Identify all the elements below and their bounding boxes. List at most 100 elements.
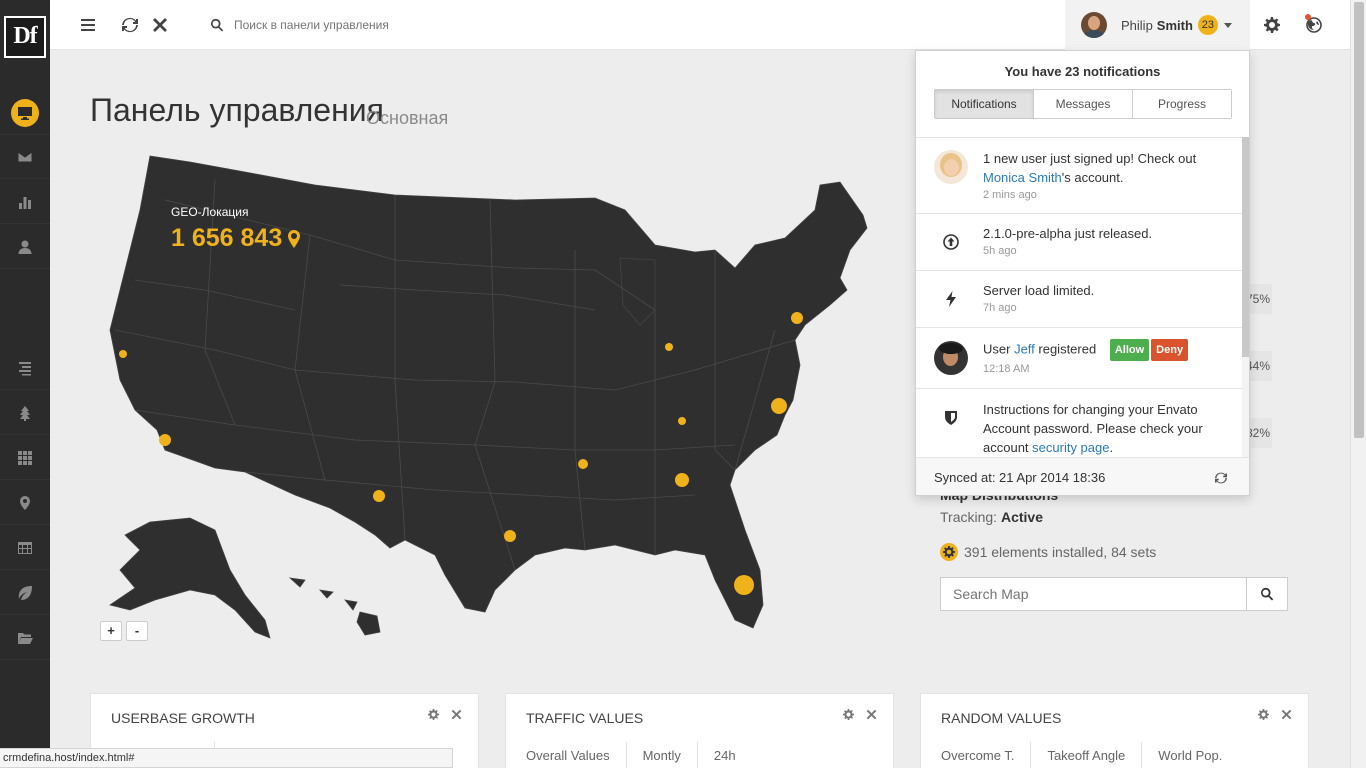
- folder-open-icon: [18, 632, 33, 644]
- notifications-title: You have 23 notifications: [1004, 64, 1161, 79]
- notification-time: 12:18 AM: [983, 363, 1030, 375]
- close-icon: [153, 18, 167, 32]
- tracking-value: Active: [1000, 509, 1043, 525]
- notification-text: 1 new user just signed up! Check out: [983, 151, 1197, 166]
- map-search-input[interactable]: [940, 577, 1246, 611]
- sidebar-item-location[interactable]: [0, 481, 50, 525]
- notifications-dropdown: You have 23 notifications Notifications …: [915, 50, 1250, 496]
- map-marker[interactable]: [771, 398, 787, 414]
- gear-icon[interactable]: [1258, 709, 1269, 720]
- zoom-out-button[interactable]: -: [126, 621, 148, 641]
- search-input[interactable]: [234, 18, 534, 32]
- map-marker[interactable]: [159, 434, 171, 446]
- map-marker[interactable]: [678, 417, 686, 425]
- notification-item[interactable]: User Jeff registered Allow Deny 12:18 AM: [916, 328, 1242, 389]
- sidebar-item-leaf[interactable]: [0, 571, 50, 615]
- user-link[interactable]: Monica Smith: [983, 170, 1062, 185]
- elements-text: 391 elements installed, 84 sets: [964, 544, 1157, 560]
- map-marker-icon: [20, 495, 30, 510]
- allow-button[interactable]: Allow: [1109, 339, 1150, 361]
- bar-chart-icon: [19, 196, 31, 209]
- security-page-link[interactable]: security page: [1032, 440, 1109, 455]
- tracking-label: Tracking:: [940, 509, 998, 525]
- app-logo[interactable]: Df: [4, 16, 46, 58]
- envelope-icon: [17, 151, 33, 162]
- widget-tab[interactable]: Montly: [643, 742, 698, 768]
- widget-tab[interactable]: 24h: [714, 742, 752, 768]
- sidebar-item-users[interactable]: [0, 225, 50, 269]
- sidebar-item-charts[interactable]: [0, 180, 50, 224]
- notification-item[interactable]: Server load limited. 7h ago: [916, 271, 1242, 328]
- widget-random-values: RANDOM VALUES Overcome T. Takeoff Angle …: [920, 693, 1309, 768]
- menu-toggle-button[interactable]: [78, 15, 98, 35]
- tab-notifications[interactable]: Notifications: [935, 90, 1034, 118]
- hamburger-icon: [81, 19, 95, 31]
- top-bar: Philip Smith 23: [50, 0, 1350, 50]
- sidebar-item-list[interactable]: [0, 346, 50, 390]
- sidebar-item-mail[interactable]: [0, 135, 50, 179]
- tree-icon: [20, 405, 30, 421]
- notification-item[interactable]: 2.1.0-pre-alpha just released. 5h ago: [916, 214, 1242, 271]
- sidebar-item-dashboard[interactable]: [0, 91, 50, 135]
- bolt-icon: [946, 291, 956, 307]
- map-marker[interactable]: [504, 530, 516, 542]
- sidebar-item-grid[interactable]: [0, 436, 50, 480]
- deny-button[interactable]: Deny: [1151, 339, 1189, 361]
- geo-value: 1 656 843: [171, 224, 283, 252]
- align-right-icon: [19, 361, 31, 375]
- widget-title: RANDOM VALUES: [941, 710, 1062, 726]
- search-icon: [1261, 587, 1274, 601]
- search-icon: [211, 18, 224, 32]
- map-marker[interactable]: [373, 490, 385, 502]
- map-marker[interactable]: [665, 343, 673, 351]
- sidebar-item-files[interactable]: [0, 616, 50, 660]
- notification-text: User: [983, 341, 1015, 357]
- sync-button[interactable]: [1215, 472, 1227, 487]
- close-icon[interactable]: [866, 709, 877, 720]
- map-marker[interactable]: [119, 350, 127, 358]
- user-menu-toggle[interactable]: Philip Smith 23: [1065, 0, 1250, 50]
- monitor-icon: [18, 106, 32, 120]
- chevron-down-icon: [1223, 22, 1232, 28]
- close-button[interactable]: [150, 15, 170, 35]
- notification-item[interactable]: Instructions for changing your Envato Ac…: [916, 389, 1242, 457]
- leaf-icon: [18, 585, 32, 600]
- user-avatar: [934, 150, 968, 184]
- tab-progress[interactable]: Progress: [1133, 90, 1231, 118]
- sidebar-item-table[interactable]: [0, 526, 50, 570]
- widget-tab[interactable]: World Pop.: [1158, 742, 1238, 768]
- widget-tab[interactable]: Overcome T.: [941, 742, 1032, 768]
- close-icon[interactable]: [451, 709, 462, 720]
- table-icon: [18, 541, 32, 554]
- sidebar: Df: [0, 0, 50, 768]
- notification-item[interactable]: 1 new user just signed up! Check out Mon…: [916, 138, 1242, 214]
- map-search-button[interactable]: [1246, 577, 1288, 611]
- gear-icon[interactable]: [843, 709, 854, 720]
- gear-icon[interactable]: [428, 709, 439, 720]
- user-last-name: Smith: [1156, 17, 1193, 33]
- map-marker[interactable]: [578, 459, 588, 469]
- map-marker[interactable]: [791, 312, 803, 324]
- map-marker[interactable]: [734, 575, 754, 595]
- zoom-in-button[interactable]: +: [100, 621, 122, 641]
- tab-messages[interactable]: Messages: [1034, 90, 1133, 118]
- map-marker[interactable]: [675, 473, 689, 487]
- synced-text: Synced at: 21 Apr 2014 18:36: [934, 470, 1106, 485]
- widget-title: TRAFFIC VALUES: [526, 710, 644, 726]
- gear-icon: [1264, 17, 1280, 33]
- close-icon[interactable]: [1281, 709, 1292, 720]
- settings-button[interactable]: [1262, 15, 1282, 35]
- refresh-icon: [122, 17, 138, 33]
- widget-tab[interactable]: Takeoff Angle: [1047, 742, 1143, 768]
- refresh-button[interactable]: [120, 15, 140, 35]
- alert-dot: [1305, 14, 1311, 20]
- page-scrollbar[interactable]: [1350, 0, 1366, 768]
- refresh-icon: [1215, 472, 1227, 484]
- sidebar-item-tree[interactable]: [0, 391, 50, 435]
- user-link[interactable]: Jeff: [1014, 341, 1035, 356]
- shield-icon: [945, 411, 957, 425]
- notification-time: 5h ago: [983, 245, 1017, 257]
- widget-title: USERBASE GROWTH: [111, 710, 255, 726]
- widget-tab[interactable]: Overall Values: [526, 742, 627, 768]
- dropdown-scrollbar[interactable]: [1242, 137, 1249, 457]
